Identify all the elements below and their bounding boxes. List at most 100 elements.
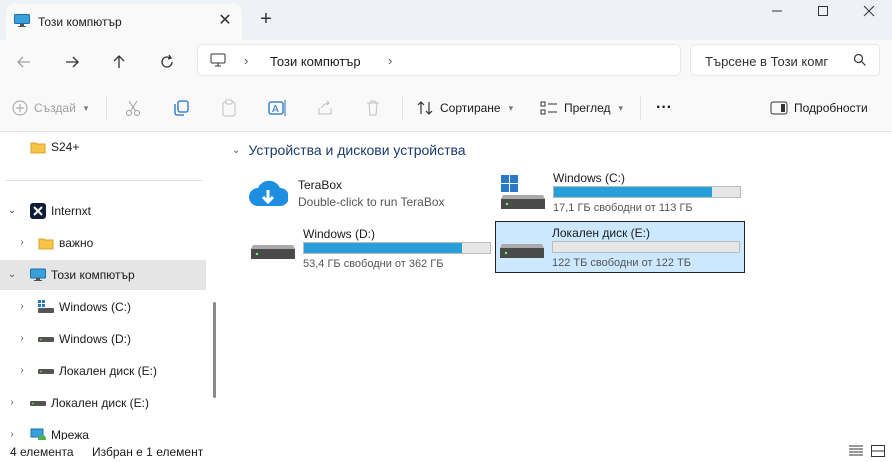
chevron-right-icon: ›: [244, 53, 249, 68]
minimize-button[interactable]: [754, 0, 800, 26]
rename-icon: A: [268, 100, 286, 116]
command-bar: Създай ▾ A Сортиране ▾ Преглед ▾ ··· Под…: [0, 84, 892, 132]
refresh-button[interactable]: [153, 48, 181, 76]
monitor-icon: [210, 53, 226, 67]
close-icon: [863, 5, 875, 17]
close-window-button[interactable]: [846, 0, 892, 26]
share-icon: [318, 100, 332, 115]
sidebar-item-s24[interactable]: S24+: [0, 132, 206, 162]
drive-local-disk-e[interactable]: Локален диск (E:) 122 ТБ свободни от 122…: [495, 221, 745, 273]
arrow-right-icon: [66, 56, 79, 68]
trash-icon: [367, 100, 379, 116]
chevron-right-icon[interactable]: ›: [6, 428, 18, 440]
status-bar: 4 елемента Избран е 1 елемент: [0, 440, 892, 462]
search-input[interactable]: Търсене в Този комг: [690, 44, 880, 76]
chevron-down-icon[interactable]: ⌄: [6, 204, 18, 218]
chevron-right-icon[interactable]: ›: [388, 53, 392, 68]
group-header-devices[interactable]: ⌄ Устройства и дискови устройства: [232, 142, 466, 158]
details-view-icon[interactable]: [848, 444, 864, 458]
new-button[interactable]: Създай ▾: [12, 96, 88, 120]
breadcrumb[interactable]: Този компютър: [270, 54, 361, 69]
chevron-right-icon[interactable]: ›: [16, 332, 28, 346]
navigation-pane: S24+ ⌄ Internxt › важно ⌄ Този компютър …: [0, 132, 206, 440]
clipboard-icon: [222, 99, 236, 117]
chevron-down-icon: ⌄: [232, 144, 241, 156]
sort-button[interactable]: Сортиране ▾: [416, 96, 513, 120]
maximize-button[interactable]: [800, 0, 846, 26]
chevron-right-icon[interactable]: ›: [16, 236, 28, 250]
drive-windows-d[interactable]: Windows (D:) 53,4 ГБ свободни от 362 ГБ: [246, 222, 496, 274]
tiles-view-icon[interactable]: [870, 444, 886, 458]
drive-windows-c[interactable]: Windows (C:) 17,1 ГБ свободни от 113 ГБ: [496, 166, 746, 218]
sidebar-item-label: важно: [59, 236, 94, 250]
sidebar-item-network[interactable]: › Мрежа: [0, 420, 206, 440]
drive-icon: [30, 401, 46, 406]
address-bar[interactable]: › Този компютър ›: [197, 44, 681, 76]
item-count: 4 елемента: [10, 445, 74, 459]
search-placeholder: Търсене в Този комг: [705, 54, 829, 69]
chevron-down-icon: ▾: [83, 102, 89, 113]
back-button[interactable]: [10, 48, 38, 76]
maximize-icon: [818, 6, 828, 16]
folder-icon: [30, 142, 46, 154]
sidebar-item-windows-c[interactable]: › Windows (C:): [0, 292, 206, 322]
toolbar-divider: [402, 96, 403, 120]
drive-usage-bar: [553, 186, 741, 198]
chevron-right-icon[interactable]: ›: [16, 300, 28, 314]
terabox-name: TeraBox: [298, 178, 343, 192]
drive-free-space: 17,1 ГБ свободни от 113 ГБ: [553, 202, 693, 214]
internxt-icon: [30, 203, 46, 219]
sidebar-item-label: S24+: [51, 140, 80, 154]
drive-usage-bar: [552, 241, 740, 253]
title-bar: Този компютър ✕ +: [0, 0, 892, 40]
scrollbar-thumb[interactable]: [213, 302, 216, 398]
view-list-icon: [540, 101, 557, 115]
rename-button[interactable]: A: [268, 96, 288, 120]
share-button[interactable]: [316, 96, 334, 120]
plus-circle-icon: [12, 100, 28, 116]
copy-button[interactable]: [172, 96, 190, 120]
drive-free-space: 53,4 ГБ свободни от 362 ГБ: [303, 258, 444, 270]
toolbar-divider: [640, 96, 641, 120]
chevron-right-icon[interactable]: ›: [6, 396, 18, 410]
sidebar-item-local-disk-e[interactable]: › Локален диск (E:): [0, 356, 206, 386]
sidebar-item-label: Мрежа: [51, 428, 89, 440]
sidebar-scrollbar[interactable]: [206, 132, 224, 440]
sidebar-item-local-disk-e-root[interactable]: › Локален диск (E:): [0, 388, 206, 418]
sidebar-divider: [6, 180, 202, 181]
content-area: ⌄ Устройства и дискови устройства TeraBo…: [224, 132, 892, 440]
forward-button[interactable]: [58, 48, 86, 76]
tab-this-pc[interactable]: Този компютър ✕: [6, 4, 242, 40]
more-options-button[interactable]: ···: [656, 96, 672, 120]
sidebar-item-this-pc[interactable]: ⌄ Този компютър: [0, 260, 206, 290]
drive-icon: [251, 245, 295, 259]
selection-count: Избран е 1 елемент: [92, 445, 204, 459]
arrow-left-icon: [17, 56, 30, 68]
close-tab-icon[interactable]: ✕: [216, 12, 234, 30]
scissors-icon: [126, 100, 140, 116]
sidebar-item-label: Този компютър: [51, 268, 135, 282]
details-button[interactable]: Подробности: [770, 96, 868, 120]
sidebar-item-vazhno[interactable]: › важно: [0, 228, 206, 258]
view-button[interactable]: Преглед ▾: [540, 96, 623, 120]
search-icon[interactable]: [853, 53, 867, 67]
folder-icon: [38, 238, 54, 250]
group-title: Устройства и дискови устройства: [248, 142, 466, 158]
copy-icon: [174, 100, 189, 116]
up-button[interactable]: [105, 48, 133, 76]
arrow-up-icon: [113, 55, 125, 68]
sidebar-item-windows-d[interactable]: › Windows (D:): [0, 324, 206, 354]
chevron-right-icon[interactable]: ›: [16, 364, 28, 378]
sort-button-label: Сортиране: [440, 101, 501, 115]
monitor-icon: [30, 268, 46, 281]
cut-button[interactable]: [124, 96, 142, 120]
delete-button[interactable]: [364, 96, 382, 120]
sidebar-item-label: Локален диск (E:): [59, 364, 157, 378]
sidebar-item-internxt[interactable]: ⌄ Internxt: [0, 196, 206, 226]
chevron-down-icon[interactable]: ⌄: [6, 268, 18, 282]
details-button-label: Подробности: [794, 101, 868, 115]
paste-button[interactable]: [220, 96, 238, 120]
drive-name: Windows (C:): [553, 171, 626, 185]
new-tab-button[interactable]: +: [256, 9, 276, 29]
terabox-item[interactable]: TeraBox Double-click to run TeraBox: [246, 174, 466, 218]
